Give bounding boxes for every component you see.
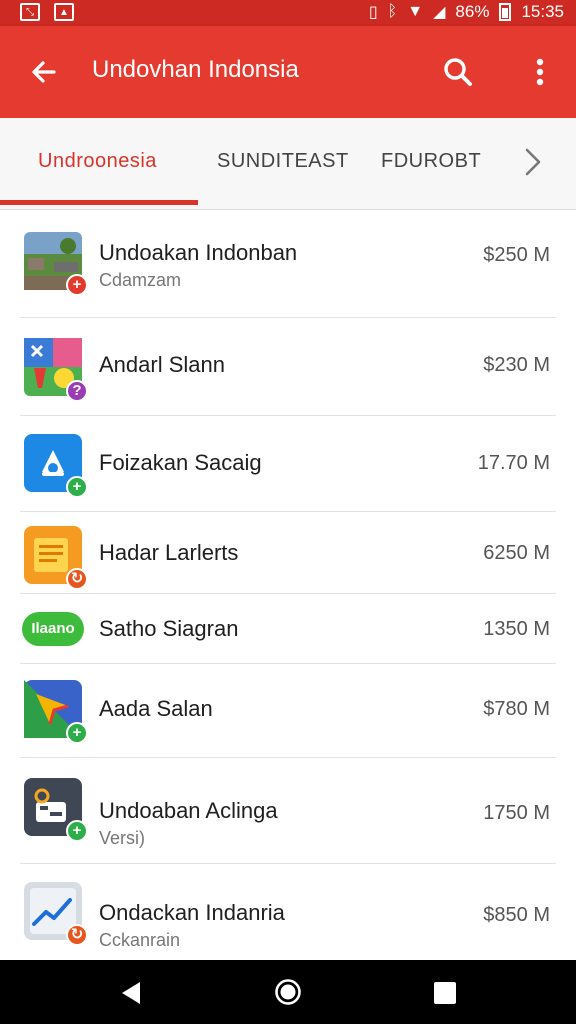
tab-undroonesia[interactable]: Undroonesia [38,118,157,208]
colorful-game-icon: ? [24,338,88,402]
clock: 15:35 [521,2,564,21]
app-size: 1350 M [483,618,550,640]
notification-icon: ⤡ [20,3,40,21]
nav-recents-icon[interactable] [434,982,456,1004]
green-pill-icon: Ilaano [22,612,84,646]
app-size: $780 M [483,698,550,720]
battery-percent: 86% [455,2,490,21]
app-name: Foizakan Sacaig [99,450,262,475]
tab-indicator [0,200,198,205]
app-size: 6250 M [483,542,550,564]
app-subtitle: Cdamzam [99,270,182,290]
chart-line-icon: ↻ [24,882,88,946]
app-name: Aada Salan [99,696,213,721]
badge-icon: ↻ [66,568,88,590]
badge-icon: ↻ [66,924,88,946]
app-name: Hadar Larlerts [99,540,239,565]
app-size: $230 M [483,354,550,376]
search-icon[interactable] [440,54,476,90]
badge-icon: + [66,820,88,842]
bluetooth-icon: ᛒ [387,3,398,20]
status-bar: ⤡ ▲ ▯ ᛒ ▼ ◢ 86% 15:35 [0,0,576,26]
app-size: $250 M [483,244,550,266]
app-name: Ondackan Indanria [99,900,285,925]
chevron-right-icon[interactable] [512,138,552,186]
app-name: Undoaban Aclinga [99,798,278,823]
signal-icon: ◢ [433,4,446,21]
tab-bar: Undroonesia SUNDITEAST FDUROBT [0,118,576,210]
more-options-icon[interactable] [522,54,558,90]
orange-document-icon: ↻ [24,526,88,590]
nav-back-icon[interactable] [118,980,144,1006]
app-name: Undoakan Indonban [99,240,298,265]
list-item[interactable]: + Foizakan Sacaig 17.70 M [0,416,576,512]
battery-icon [499,3,512,21]
list-item[interactable]: ? Andarl Slann $230 M [0,318,576,416]
badge-icon: + [66,722,88,744]
list-item[interactable]: ↻ Hadar Larlerts 6250 M [0,512,576,594]
wifi-icon: ▼ [407,3,424,20]
blue-bell-icon: + [24,434,88,498]
app-size: 17.70 M [477,452,550,474]
app-bar: Undovhan Indonsia [0,26,576,118]
badge-icon: ? [66,380,88,402]
nav-home-icon[interactable] [274,978,302,1006]
back-arrow-icon[interactable] [26,54,62,90]
list-item[interactable]: + Undoakan Indonban Cdamzam $250 M [0,210,576,318]
list-item[interactable]: ↻ Ondackan Indanria Cckanrain $850 M [0,864,576,960]
badge-icon: + [66,476,88,498]
app-subtitle: Cckanrain [99,930,181,950]
navigation-bar [0,960,576,1024]
page-title: Undovhan Indonsia [92,56,299,83]
list-item[interactable]: + Undoaban Aclinga Versi) 1750 M [0,758,576,864]
app-size: $850 M [483,904,550,926]
app-size: 1750 M [483,802,550,824]
star-arrow-icon: + [24,680,88,744]
list-item[interactable]: Ilaano Satho Siagran 1350 M [0,594,576,664]
tab-fdurobt[interactable]: FDUROBT [381,118,481,208]
image-notification-icon: ▲ [54,3,74,21]
landscape-photo-icon: + [24,232,88,296]
vibrate-icon: ▯ [368,4,378,21]
app-name: Satho Siagran [99,616,239,641]
badge-icon: + [66,274,88,296]
app-subtitle: Versi) [99,828,146,848]
list-item[interactable]: + Aada Salan $780 M [0,664,576,758]
tab-sunditeast[interactable]: SUNDITEAST [217,118,349,208]
dark-chat-icon: + [24,778,88,842]
app-name: Andarl Slann [99,352,225,377]
